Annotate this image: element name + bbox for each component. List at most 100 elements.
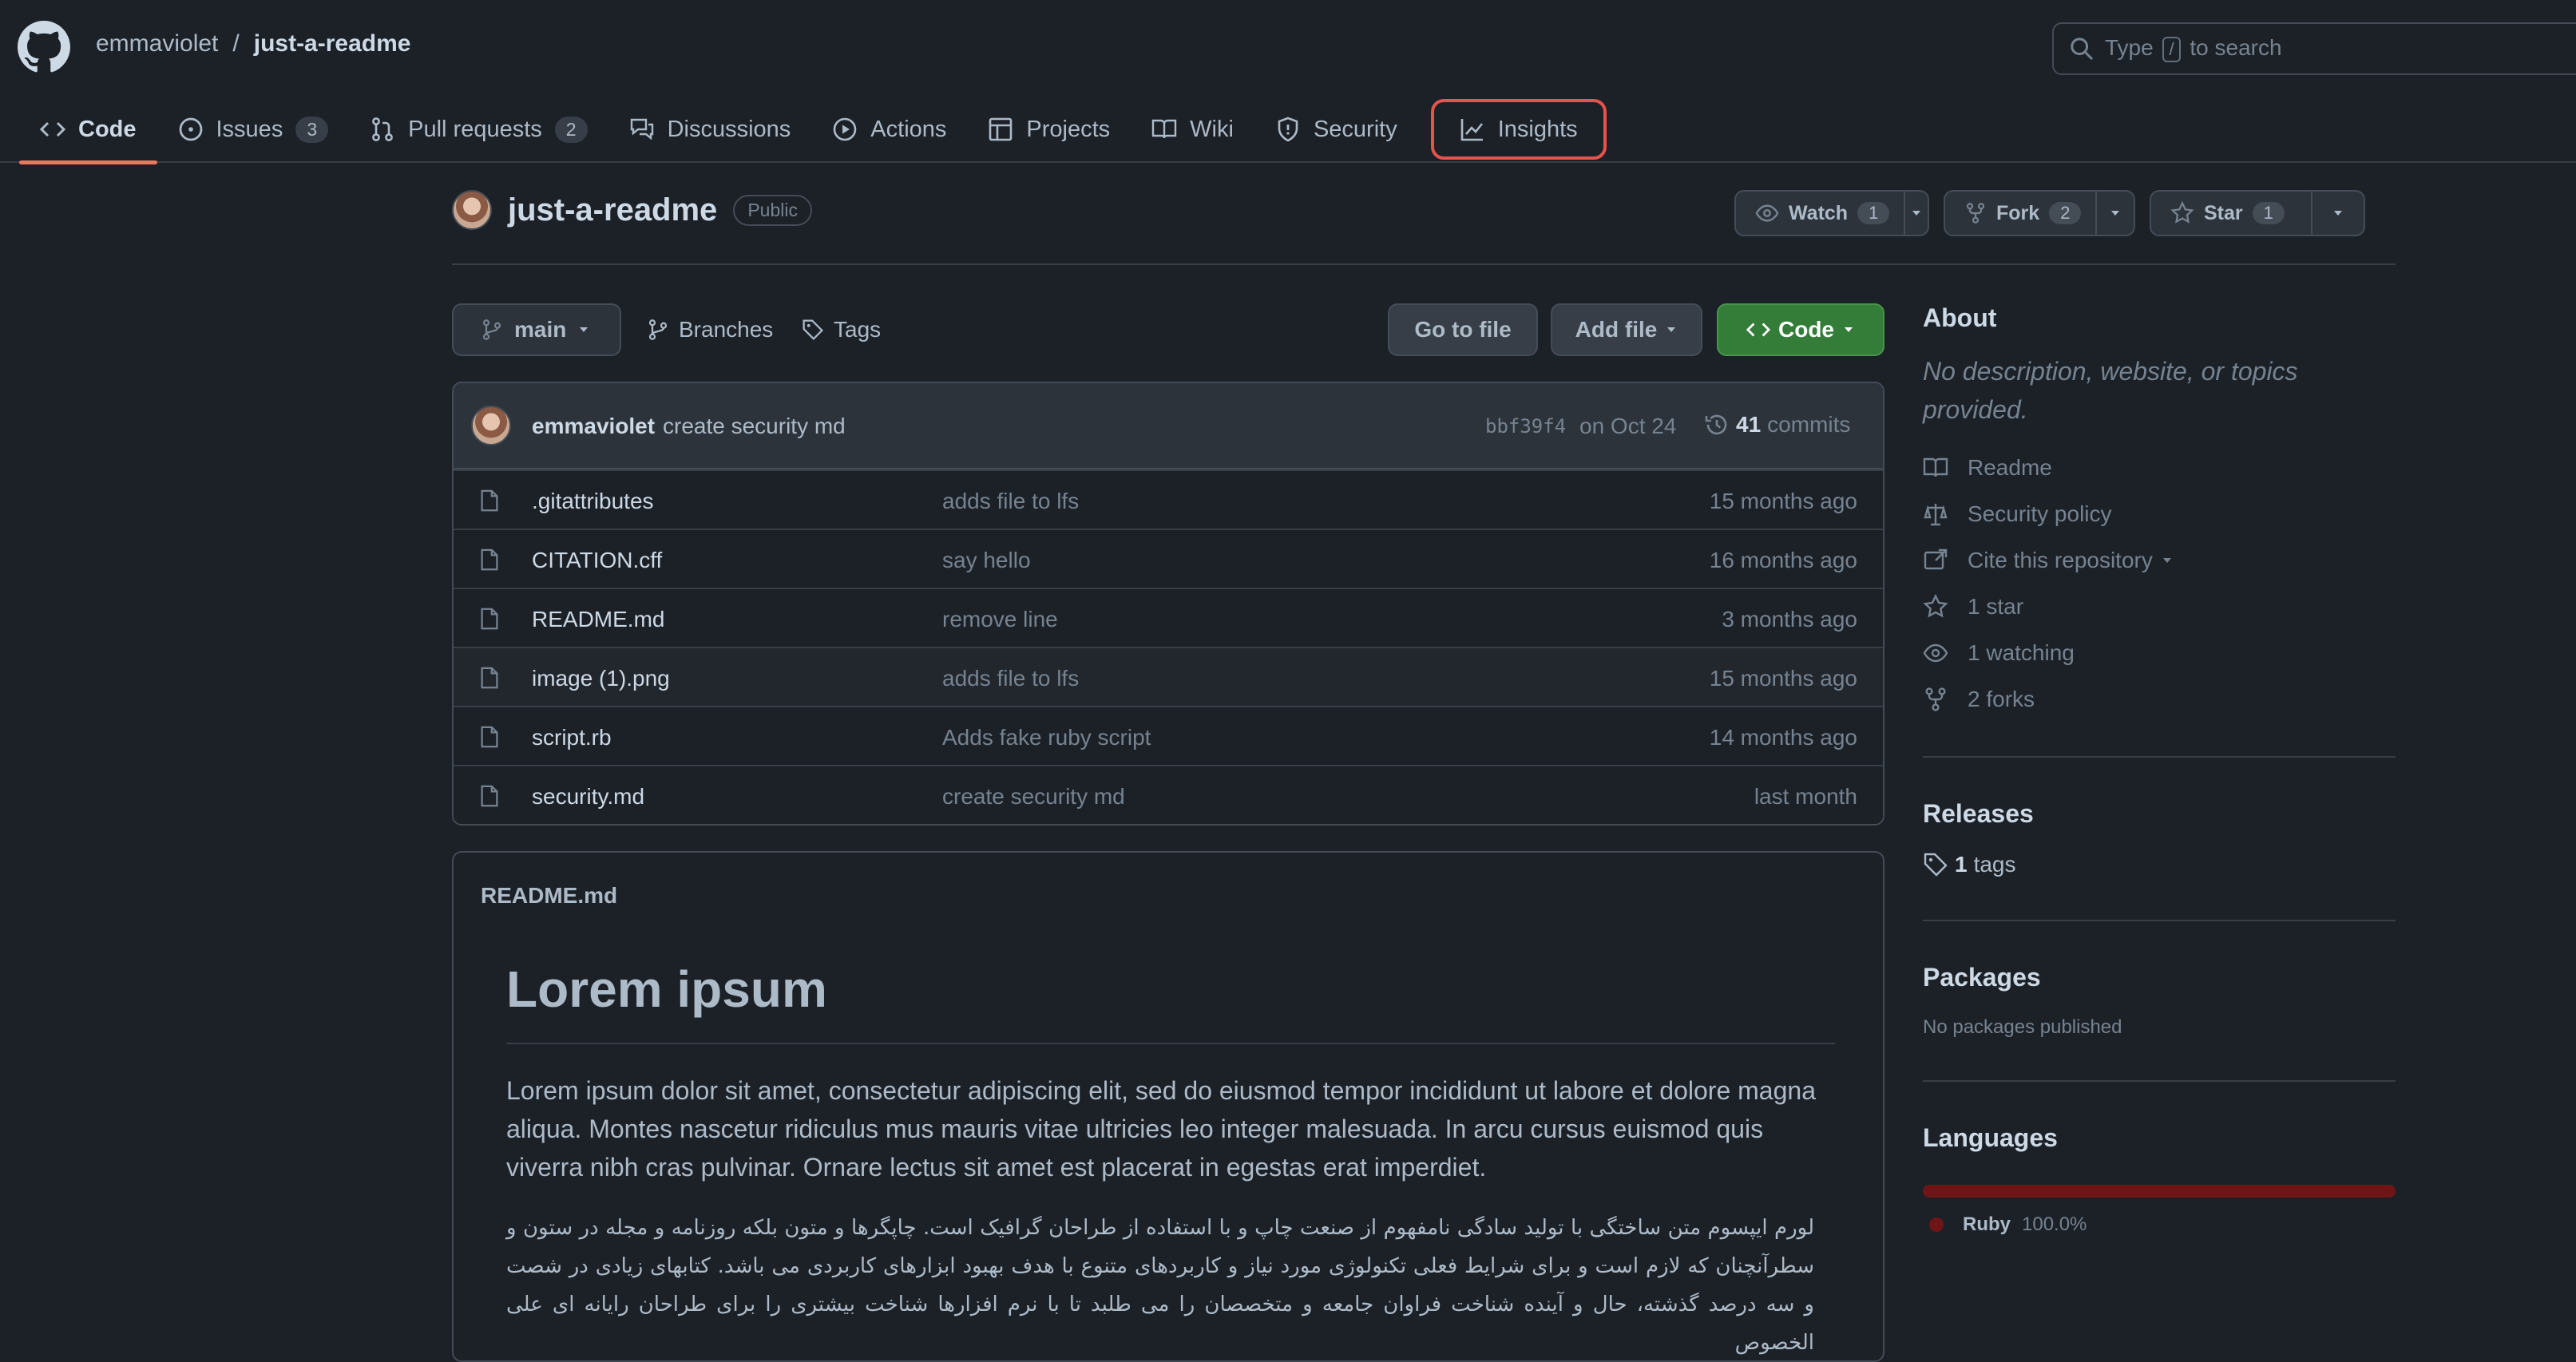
commit-author-avatar[interactable] [471,406,511,445]
readme-link[interactable]: Readme [1923,445,2396,491]
tags-label: Tags [834,317,882,342]
release-tags-link[interactable]: 1 tags [1923,841,2396,888]
issue-icon [179,117,202,141]
cite-repository-link[interactable]: Cite this repository [1923,537,2396,584]
file-name[interactable]: image (1).png [532,666,670,691]
file-commit-message[interactable]: adds file to lfs [942,666,1079,691]
book-icon [1923,457,1948,477]
readme-link-label: Readme [1968,455,2052,480]
tab-pull-requests[interactable]: Pull requests 2 [349,96,608,163]
commit-author[interactable]: emmaviolet [532,414,655,439]
search-input[interactable]: Type / to search [2052,22,2576,75]
releases-title[interactable]: Releases [1923,799,2396,829]
watching-label: 1 watching [1968,640,2075,665]
tags-link[interactable]: Tags [802,303,881,356]
file-commit-message[interactable]: create security md [942,784,1125,810]
file-commit-message[interactable]: remove line [942,607,1058,632]
code-icon [40,121,65,137]
breadcrumb-repo[interactable]: just-a-readme [254,30,411,57]
security-policy-link[interactable]: Security policy [1923,491,2396,537]
file-row[interactable]: script.rb Adds fake ruby script 14 month… [454,706,1883,765]
breadcrumb: emmaviolet / just-a-readme [96,30,410,57]
readme-filename[interactable]: README.md [454,853,1883,939]
watching-link[interactable]: 1 watching [1923,630,2396,676]
search-shortcut-key: / [2162,37,2181,62]
breadcrumb-separator: / [232,30,240,57]
tab-projects[interactable]: Projects [967,96,1131,163]
owner-avatar[interactable] [452,190,492,230]
shield-icon [1278,117,1298,142]
commits-link[interactable]: 41 commits [1704,412,1850,438]
branches-link[interactable]: Branches [647,303,773,356]
file-age: 15 months ago [1709,666,1857,691]
branch-icon [482,319,501,340]
file-name[interactable]: README.md [532,607,664,632]
watch-button[interactable]: Watch 1 [1736,192,1906,235]
repo-title: just-a-readme Public [452,190,812,230]
forks-link[interactable]: 2 forks [1923,676,2396,723]
file-row[interactable]: security.md create security md last mont… [454,765,1883,824]
branch-select-button[interactable]: main [452,303,621,356]
go-to-file-button[interactable]: Go to file [1388,303,1538,356]
fork-button[interactable]: Fork 2 [1945,192,2098,235]
github-logo-icon[interactable] [18,21,70,73]
file-row[interactable]: image (1).png adds file to lfs 15 months… [454,647,1883,706]
tab-actions[interactable]: Actions [811,96,967,163]
star-icon [2170,201,2194,224]
readme-panel: README.md Lorem ipsum Lorem ipsum dolor … [452,851,1884,1362]
stars-label: 1 star [1968,594,2024,619]
tab-label: Discussions [667,116,791,142]
cite-repository-label: Cite this repository [1968,548,2153,572]
language-color-dot [1929,1217,1944,1232]
search-placeholder: Type / to search [2105,35,2282,62]
tab-code[interactable]: Code [19,96,157,164]
pull-request-icon [372,117,394,141]
caret-down-icon [2111,211,2120,216]
repo-name[interactable]: just-a-readme [508,192,717,228]
file-row[interactable]: CITATION.cff say hello 16 months ago [454,529,1883,588]
add-file-button[interactable]: Add file [1551,303,1702,356]
watch-dropdown[interactable] [1905,192,1928,235]
tab-insights[interactable]: Insights [1428,96,1610,163]
language-item-ruby[interactable]: Ruby 100.0% [1923,1214,2396,1236]
file-commit-message[interactable]: adds file to lfs [942,489,1079,514]
tab-discussions[interactable]: Discussions [608,96,812,163]
caret-down-icon [580,327,589,332]
file-list: emmaviolet create security md bbf39f4 on… [452,382,1884,826]
forks-label: 2 forks [1968,687,2035,711]
commit-message[interactable]: create security md [663,414,846,439]
fork-icon [1966,203,1985,224]
tab-wiki[interactable]: Wiki [1131,96,1254,163]
file-icon [481,608,498,630]
file-commit-message[interactable]: Adds fake ruby script [942,725,1151,750]
file-age: 16 months ago [1709,548,1857,572]
divider [506,1043,1835,1044]
code-button[interactable]: Code [1717,303,1884,356]
file-name[interactable]: script.rb [532,725,612,750]
pull-requests-count-badge: 2 [554,116,588,143]
fork-label: Fork [1996,201,2040,224]
file-row[interactable]: README.md remove line 3 months ago [454,588,1883,647]
discussion-icon [630,118,653,141]
commit-sha[interactable]: bbf39f4 [1485,415,1566,438]
tab-issues[interactable]: Issues 3 [157,96,350,163]
file-name[interactable]: CITATION.cff [532,548,662,573]
branches-label: Branches [679,317,774,342]
file-name[interactable]: security.md [532,784,644,810]
file-row[interactable]: .gitattributes adds file to lfs 15 month… [454,469,1883,529]
star-button[interactable]: Star 1 [2151,192,2312,235]
star-button-group: Star 1 [2150,190,2365,236]
stars-link[interactable]: 1 star [1923,584,2396,630]
language-bar [1923,1185,2396,1198]
code-button-label: Code [1778,317,1834,342]
file-commit-message[interactable]: say hello [942,548,1031,573]
file-name[interactable]: .gitattributes [532,489,654,514]
divider [1923,920,2396,921]
breadcrumb-owner[interactable]: emmaviolet [96,30,218,57]
about-links: Readme Security policy Cite this reposit… [1923,445,2396,723]
fork-dropdown[interactable] [2097,192,2134,235]
tab-security[interactable]: Security [1254,96,1418,163]
star-dropdown[interactable] [2312,192,2364,235]
search-icon [2071,38,2094,61]
packages-title[interactable]: Packages [1923,963,2396,992]
